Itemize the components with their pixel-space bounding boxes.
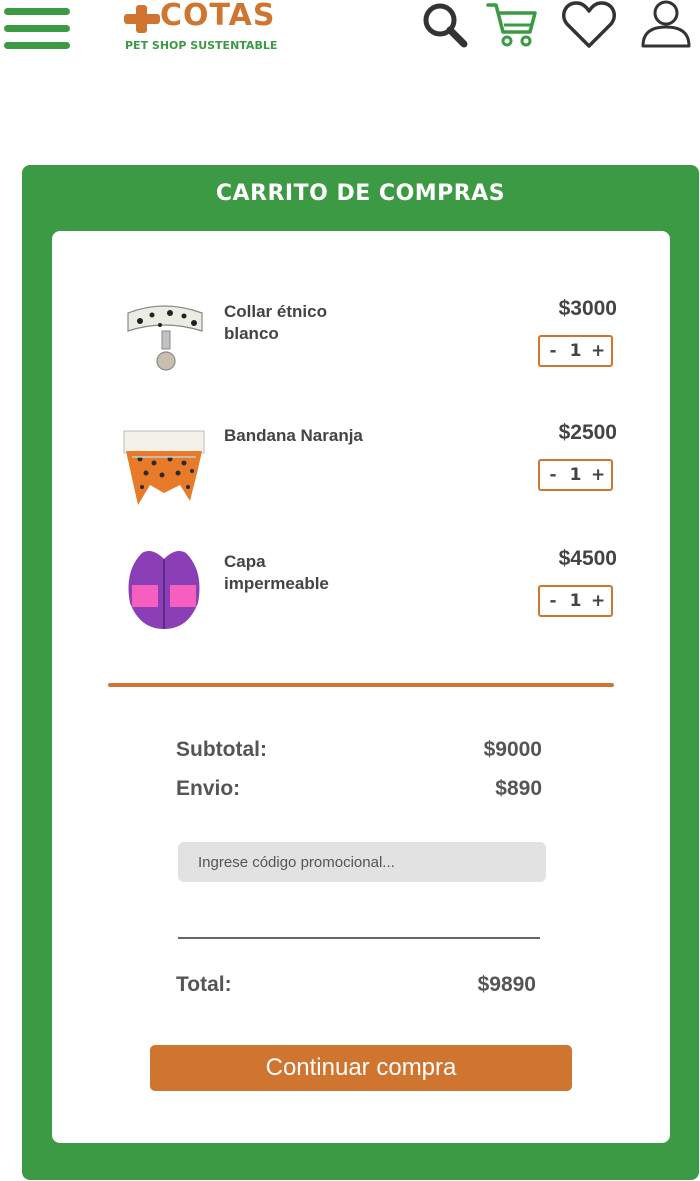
cart-item: Collar étnico blanco $3000 - 1 + xyxy=(52,297,670,401)
cart-item: Bandana Naranja $2500 - 1 + xyxy=(52,421,670,525)
logo-tagline: PET SHOP SUSTENTABLE xyxy=(125,39,278,52)
cart-panel: CARRITO DE COMPRAS Collar étnico blanco … xyxy=(22,165,699,1180)
continue-button[interactable]: Continuar compra xyxy=(150,1045,572,1091)
decrease-button[interactable]: - xyxy=(546,591,560,611)
item-name: Bandana Naranja xyxy=(224,426,363,445)
summary-divider xyxy=(178,937,540,939)
cart-card: Collar étnico blanco $3000 - 1 + Bandana… xyxy=(52,231,670,1143)
increase-button[interactable]: + xyxy=(591,465,605,485)
item-quantity: 1 xyxy=(569,591,582,611)
total-row: Total: $9890 xyxy=(176,973,536,1003)
item-price: $2500 xyxy=(558,421,617,444)
shipping-row: Envio: $890 xyxy=(176,777,542,807)
promo-code-input[interactable] xyxy=(178,842,546,882)
decrease-button[interactable]: - xyxy=(546,341,560,361)
cart-title: CARRITO DE COMPRAS xyxy=(215,181,506,206)
item-price: $4500 xyxy=(558,547,617,570)
item-quantity: 1 xyxy=(569,341,582,361)
header: COTAS PET SHOP SUSTENTABLE xyxy=(0,0,700,60)
item-name: Collar étnico blanco xyxy=(224,302,327,343)
cart-icon[interactable] xyxy=(486,0,538,50)
user-icon[interactable] xyxy=(640,0,692,48)
shipping-label: Envio: xyxy=(176,777,241,800)
heart-icon[interactable] xyxy=(561,0,617,50)
quantity-stepper: - 1 + xyxy=(538,335,613,367)
items-divider xyxy=(108,683,614,687)
collar-image xyxy=(122,301,206,385)
item-price: $3000 xyxy=(558,297,617,320)
item-quantity: 1 xyxy=(569,465,582,485)
quantity-stepper: - 1 + xyxy=(538,459,613,491)
menu-icon[interactable] xyxy=(4,8,72,52)
logo-brand: COTAS xyxy=(160,0,276,33)
increase-button[interactable]: + xyxy=(591,591,605,611)
quantity-stepper: - 1 + xyxy=(538,585,613,617)
shipping-value: $890 xyxy=(495,777,542,800)
total-value: $9890 xyxy=(477,973,536,996)
subtotal-row: Subtotal: $9000 xyxy=(176,738,542,768)
logo[interactable]: COTAS PET SHOP SUSTENTABLE xyxy=(124,0,277,56)
item-name: Capa impermeable xyxy=(224,552,329,593)
search-icon[interactable] xyxy=(420,0,470,50)
total-label: Total: xyxy=(176,973,232,996)
decrease-button[interactable]: - xyxy=(546,465,560,485)
subtotal-label: Subtotal: xyxy=(176,738,267,761)
raincoat-image xyxy=(122,547,206,631)
logo-plus-icon xyxy=(124,5,160,33)
bandana-image xyxy=(122,425,206,509)
increase-button[interactable]: + xyxy=(591,341,605,361)
subtotal-value: $9000 xyxy=(483,738,542,761)
cart-item: Capa impermeable $4500 - 1 + xyxy=(52,547,670,651)
